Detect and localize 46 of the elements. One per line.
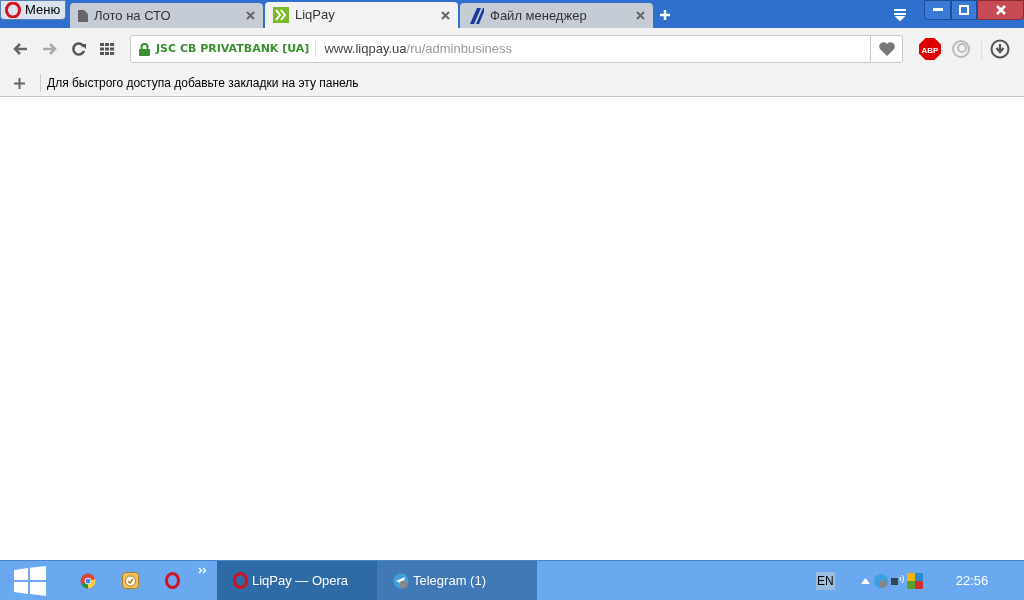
- telegram-icon: [393, 572, 409, 589]
- close-icon: [995, 5, 1006, 15]
- minimize-icon: [932, 8, 943, 12]
- page-icon: [78, 9, 88, 22]
- opera-logo-icon: [5, 2, 21, 18]
- slash-logo-icon: [468, 7, 484, 24]
- tray-expand-icon[interactable]: [860, 577, 870, 584]
- opera-icon: [233, 572, 248, 589]
- close-tab-icon[interactable]: [246, 11, 255, 20]
- heart-icon[interactable]: [877, 41, 896, 57]
- back-icon[interactable]: [12, 42, 28, 56]
- language-indicator[interactable]: EN: [816, 571, 835, 590]
- tab-menu-icon[interactable]: [893, 9, 907, 21]
- taskbar-button[interactable]: LiqPay — Opera: [217, 561, 377, 600]
- taskbar-button[interactable]: Telegram (1): [377, 561, 537, 600]
- chrome-icon[interactable]: [80, 572, 96, 589]
- site-identity: JSC CB PRIVATBANK [UA]: [156, 40, 317, 58]
- reload-icon[interactable]: [72, 42, 86, 56]
- url-text: www.liqpay.ua/ru/adminbusiness: [324, 40, 513, 59]
- overflow-chevron-icon[interactable]: [198, 567, 207, 574]
- clock-app-icon[interactable]: [122, 572, 139, 589]
- network-icon[interactable]: [890, 573, 905, 588]
- close-button[interactable]: [977, 0, 1024, 20]
- restore-button[interactable]: [951, 0, 977, 20]
- address-field[interactable]: JSC CB PRIVATBANK [UA] www.liqpay.ua/ru/adminbusiness: [130, 35, 903, 63]
- opera-icon[interactable]: [165, 572, 180, 589]
- double-chevron-icon: [273, 7, 289, 23]
- bookmarks-hint: Для быстрого доступа добавьте закладки на эту панель: [47, 75, 359, 92]
- menu-button[interactable]: Меню: [0, 0, 66, 20]
- grid-icon[interactable]: [100, 43, 114, 55]
- adblock-icon[interactable]: ABP: [919, 38, 941, 60]
- tab-title: Файл менеджер: [490, 6, 587, 25]
- tab-title: Лото на СТО: [94, 6, 171, 25]
- lock-icon: [139, 42, 150, 56]
- browser-tab[interactable]: Лото на СТО: [70, 3, 263, 28]
- browser-tab[interactable]: Файл менеджер: [460, 3, 653, 28]
- tab-title: LiqPay: [295, 6, 335, 25]
- browser-tab[interactable]: LiqPay: [265, 2, 458, 28]
- close-tab-icon[interactable]: [636, 11, 645, 20]
- download-icon[interactable]: [990, 39, 1010, 59]
- close-tab-icon[interactable]: [441, 10, 450, 20]
- add-bookmark-icon[interactable]: [14, 77, 25, 89]
- new-tab-icon[interactable]: [659, 9, 671, 21]
- restore-icon: [959, 5, 969, 15]
- start-button-icon[interactable]: [14, 565, 46, 596]
- minimize-button[interactable]: [924, 0, 951, 20]
